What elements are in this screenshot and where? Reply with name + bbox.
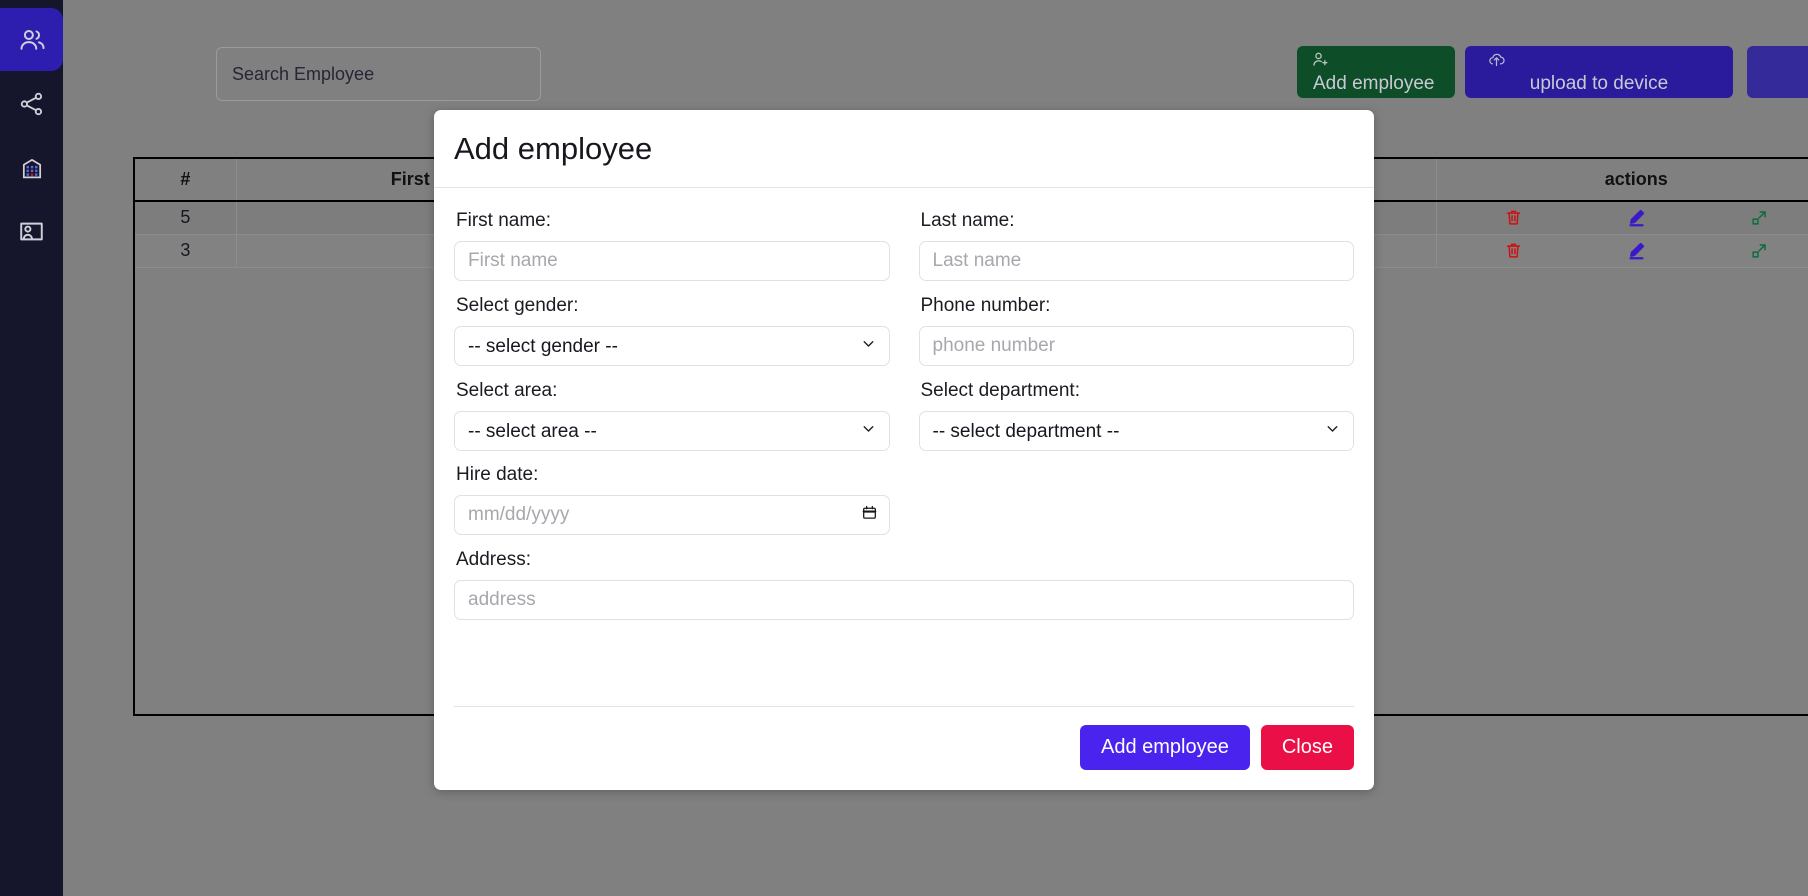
cell-id: 5 [135,201,237,235]
logout-button[interactable]: logout [1747,46,1808,98]
expand-icon[interactable] [1750,241,1769,260]
last-name-label: Last name: [920,210,1015,231]
sidebar-item-employees[interactable] [0,8,63,71]
cell-actions [1436,234,1808,268]
table-header-id[interactable]: # [135,159,237,202]
upload-cloud-icon [1487,50,1506,74]
share-nodes-icon [18,90,46,118]
upload-to-device-button[interactable]: upload to device [1465,46,1733,98]
gender-phone-row: Select gender: -- select gender -- Phone… [454,295,1354,366]
id-card-icon [17,217,46,246]
add-employee-label: Add employee [1313,73,1435,94]
sidebar [0,0,63,896]
sidebar-item-departments[interactable] [0,136,63,199]
phone-field: Phone number: [918,295,1354,366]
area-select[interactable]: -- select area -- [454,411,890,451]
area-label: Select area: [456,380,558,401]
department-label: Select department: [920,380,1080,401]
hire-date-row: Hire date: [454,464,1354,535]
submit-add-employee-button[interactable]: Add employee [1079,725,1250,770]
last-name-field: Last name: [918,210,1354,281]
close-modal-label: Close [1281,736,1333,758]
hire-date-field: Hire date: [454,464,890,535]
users-icon [17,25,47,55]
cell-id: 3 [135,234,237,268]
department-field: Select department: -- select department … [918,380,1354,451]
name-row: First name: Last name: [454,210,1354,281]
submit-add-employee-label: Add employee [1100,736,1229,758]
address-row: Address: [454,549,1354,620]
modal-body: First name: Last name: Select gender: --… [434,188,1374,706]
modal-header: Add employee [434,110,1374,188]
user-plus-icon [1311,50,1330,74]
modal-title: Add employee [454,130,653,166]
building-icon [18,154,46,182]
first-name-input[interactable] [454,241,890,281]
department-select[interactable]: -- select department -- [918,411,1354,451]
area-field: Select area: -- select area -- [454,380,890,451]
hire-date-label: Hire date: [456,464,539,485]
table-header-actions[interactable]: actions [1436,159,1808,202]
add-employee-button[interactable]: Add employee [1297,46,1455,98]
close-modal-button[interactable]: Close [1260,725,1354,770]
address-input[interactable] [454,580,1354,620]
cell-actions [1436,201,1808,235]
expand-icon[interactable] [1750,208,1769,227]
phone-label: Phone number: [920,295,1051,316]
gender-field: Select gender: -- select gender -- [454,295,890,366]
gender-label: Select gender: [456,295,579,316]
address-field: Address: [454,549,1354,620]
add-employee-modal: Add employee First name: Last name: Sele… [434,110,1374,790]
sidebar-item-profile-card[interactable] [0,200,63,263]
sidebar-item-organization-share[interactable] [0,72,63,135]
search-input[interactable] [216,47,541,101]
upload-to-device-label: upload to device [1529,73,1669,94]
first-name-label: First name: [456,210,552,231]
delete-icon[interactable] [1504,241,1523,260]
delete-icon[interactable] [1504,208,1523,227]
phone-input[interactable] [918,326,1354,366]
modal-footer: Add employee Close [454,706,1354,790]
edit-icon[interactable] [1626,240,1647,261]
last-name-input[interactable] [918,241,1354,281]
calendar-icon[interactable] [861,504,878,526]
hire-date-input[interactable] [454,495,890,535]
address-label: Address: [456,549,531,570]
gender-select[interactable]: -- select gender -- [454,326,890,366]
edit-icon[interactable] [1626,207,1647,228]
area-department-row: Select area: -- select area -- Select de… [454,380,1354,451]
first-name-field: First name: [454,210,890,281]
hire-date-spacer [919,464,1355,535]
